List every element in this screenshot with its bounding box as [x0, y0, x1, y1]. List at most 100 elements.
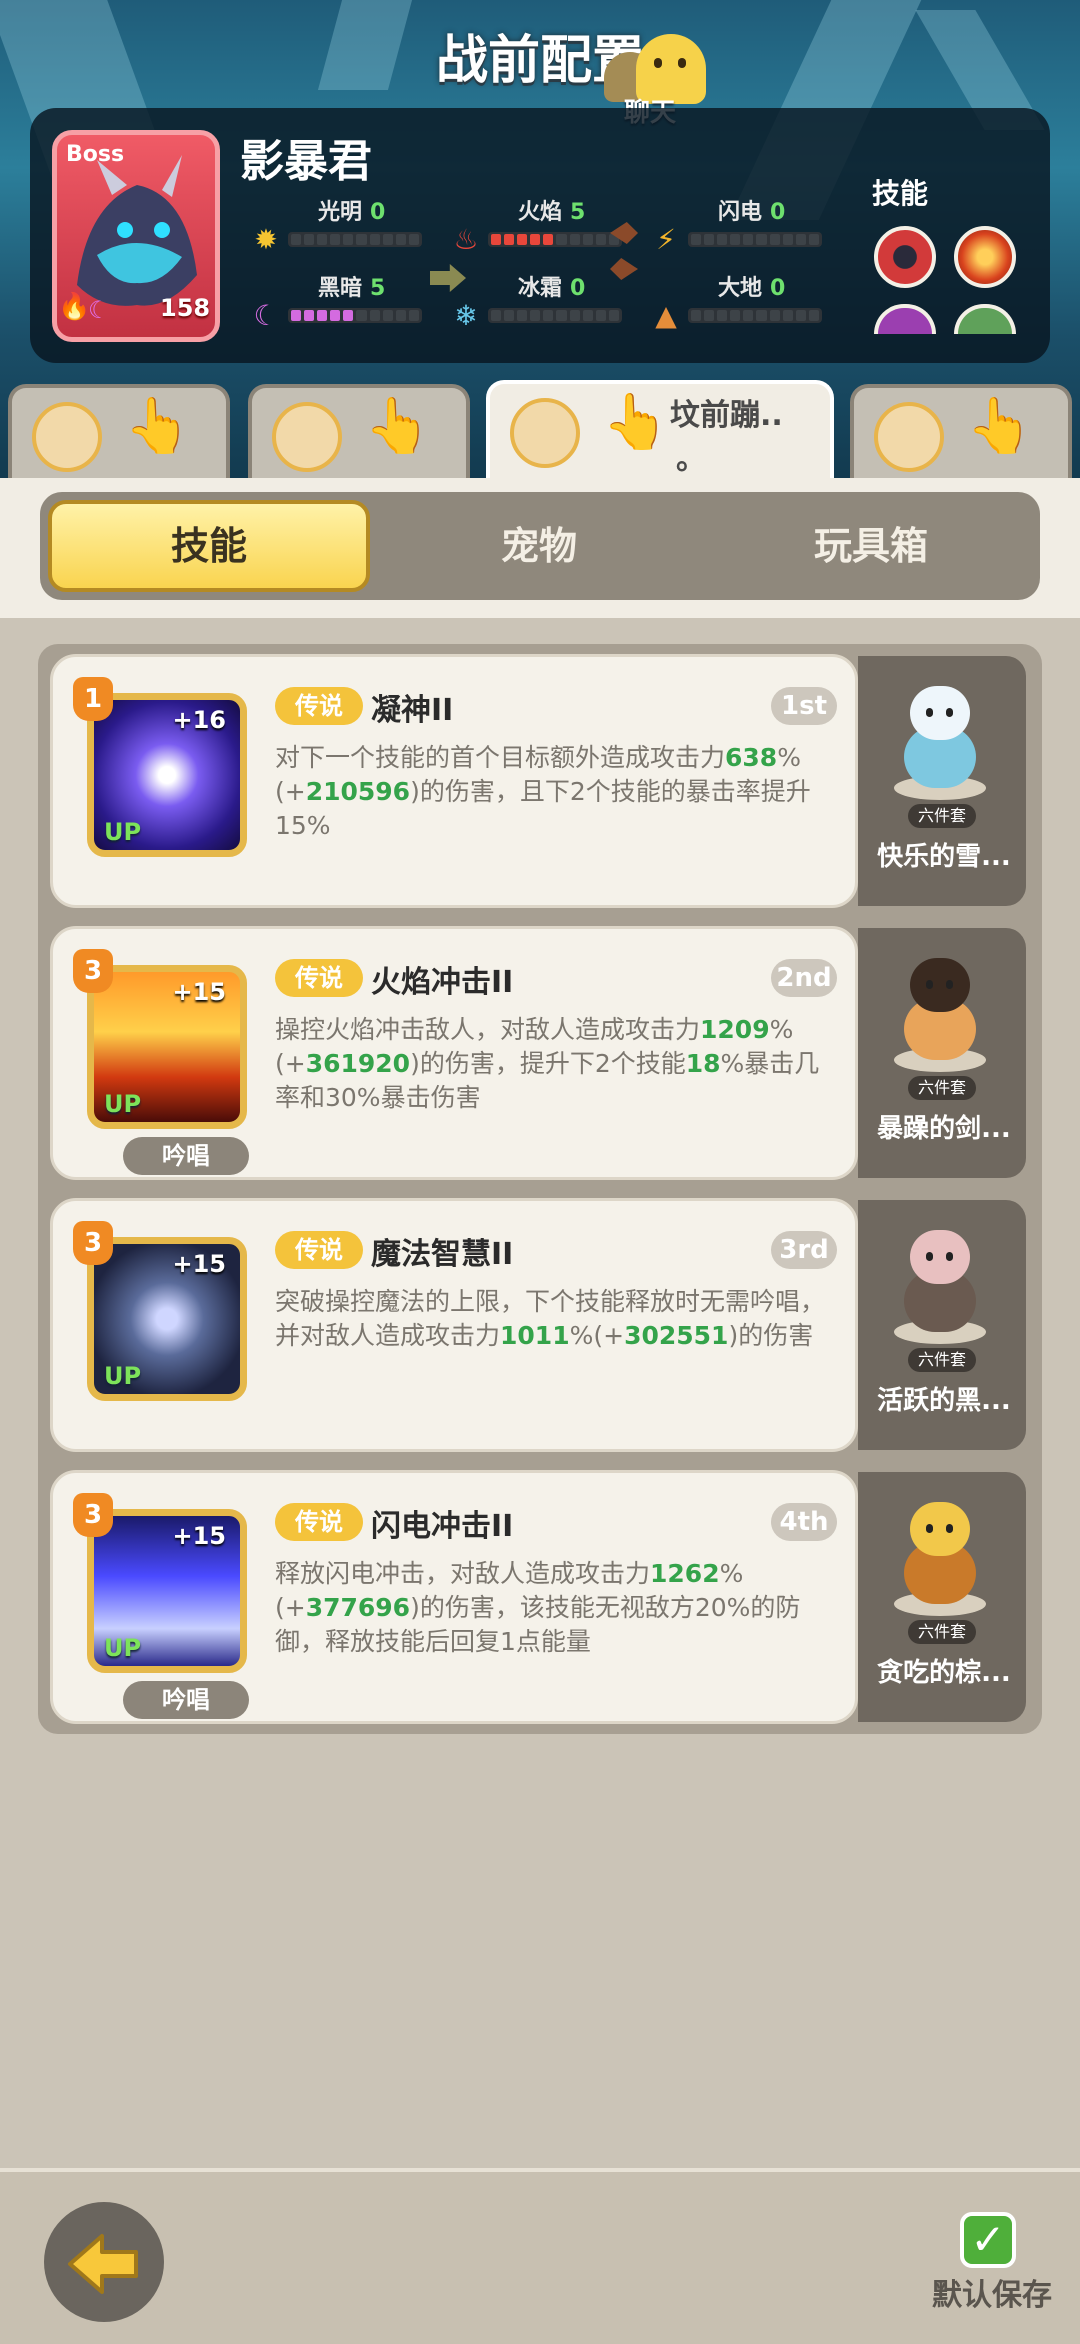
element-name: 火焰	[518, 200, 563, 225]
pet-name: 快乐的雪...	[877, 842, 1011, 872]
tab-pets[interactable]: 宠物	[384, 500, 694, 592]
element-bar-segment	[304, 234, 315, 245]
element-bar-segment	[556, 234, 567, 245]
skill-name: 凝神II	[371, 693, 454, 728]
boss-skill-icon[interactable]	[874, 226, 936, 288]
hand-icon: 👆	[966, 394, 1034, 457]
element-bar-segment	[504, 234, 515, 245]
team-tab-2[interactable]: 👆	[248, 384, 470, 484]
skill-card[interactable]: +16 UP 1 传说 凝神II 1st 对下一个技能的首个目标额外造成攻击力638%(+2…	[50, 654, 858, 908]
tab-toybox[interactable]: 玩具箱	[716, 500, 1026, 592]
element-bar-segment	[408, 234, 419, 245]
element-bar-segment	[608, 310, 619, 321]
element-bar-segment	[595, 234, 606, 245]
pet-name: 活跃的黑...	[877, 1386, 1011, 1416]
element-bar-segment	[330, 234, 341, 245]
skill-icon[interactable]: +15 UP	[87, 965, 247, 1129]
skill-plus-level: +15	[172, 1522, 226, 1550]
pet-slot[interactable]: 六件套 暴躁的剑...	[858, 928, 1026, 1178]
element-bar-segment	[730, 310, 741, 321]
element-bar	[288, 232, 422, 247]
pet-slot[interactable]: 六件套 贪吃的棕...	[858, 1472, 1026, 1722]
skill-description-value: 638	[725, 743, 778, 772]
element-bar-segment	[304, 310, 315, 321]
element-bar-segment	[369, 310, 380, 321]
element-label: 火焰 5	[518, 194, 585, 226]
skill-description-text: )的伤害	[728, 1321, 814, 1350]
element-bar-segment	[543, 310, 554, 321]
team-tab-1[interactable]: 👆	[8, 384, 230, 484]
upgrade-indicator: UP	[104, 1362, 142, 1390]
element-bar-segment	[330, 310, 341, 321]
skill-name: 闪电冲击II	[371, 1509, 514, 1544]
element-bar-segment	[356, 310, 367, 321]
element-bar-segment	[517, 234, 528, 245]
pet-slot[interactable]: 六件套活跃的黑...	[858, 1200, 1026, 1450]
skill-order-badge: 3rd	[771, 1231, 837, 1269]
skill-description-value: 361920	[305, 1049, 411, 1078]
element-bar-segment	[491, 234, 502, 245]
element-bar-segment	[691, 310, 702, 321]
default-save-checkbox[interactable]: ✓	[960, 2212, 1016, 2268]
boss-skill-icon[interactable]	[954, 226, 1016, 288]
skill-description-text: )的伤害，提升下2个技能	[410, 1049, 686, 1078]
element-bar-segment	[491, 310, 502, 321]
avatar	[510, 398, 580, 468]
element-name: 黑暗	[318, 276, 363, 301]
pet-slot[interactable]: 六件套 快乐的雪...	[858, 656, 1026, 906]
skill-icon[interactable]: +15 UP	[87, 1237, 247, 1401]
element-bar-segment	[569, 310, 580, 321]
default-save-label: 默认保存	[932, 2278, 1052, 2313]
skill-description-text: 操控火焰冲击敌人，对敌人造成攻击力	[275, 1015, 701, 1044]
avatar	[32, 402, 102, 472]
skill-card[interactable]: +15 UP 3 吟唱 传说 火焰冲击II 2nd 操控火焰冲击敌人，对敌人造成攻击力1209…	[50, 926, 858, 1180]
chant-badge: 吟唱	[123, 1137, 249, 1175]
avatar	[272, 402, 342, 472]
element-bar-segment	[704, 234, 715, 245]
avatar	[874, 402, 944, 472]
element-value: 5	[370, 276, 386, 301]
pet-icon	[880, 676, 1000, 806]
element-bar-segment	[356, 234, 367, 245]
element-bar	[688, 232, 822, 247]
element-label: 冰霜 0	[518, 270, 585, 302]
skill-icon[interactable]: +16 UP	[87, 693, 247, 857]
moon-icon: ☾	[253, 299, 279, 332]
skill-card[interactable]: +15 UP 3 传说 魔法智慧II 3rd 突破操控魔法的上限，下个技能释放时无需吟唱，并…	[50, 1198, 858, 1452]
flame-icon: ♨	[453, 223, 479, 256]
element-value: 0	[370, 200, 386, 225]
pet-icon	[880, 1492, 1000, 1622]
skill-level-badge: 3	[73, 1493, 113, 1537]
element-bar-segment	[317, 234, 328, 245]
element-bar-segment	[782, 234, 793, 245]
element-bar-segment	[291, 310, 302, 321]
element-value: 5	[570, 200, 586, 225]
skill-card[interactable]: +15 UP 3 吟唱 传说 闪电冲击II 4th 释放闪电冲击，对敌人造成攻击力1262%(…	[50, 1470, 858, 1724]
element-bar	[688, 308, 822, 323]
element-bar-segment	[408, 310, 419, 321]
element-bar-segment	[291, 234, 302, 245]
pet-name: 暴躁的剑...	[877, 1114, 1011, 1144]
element-bar	[488, 232, 622, 247]
earth-icon: ▲	[655, 299, 677, 332]
element-bar-segment	[369, 234, 380, 245]
set-tag: 六件套	[908, 1348, 976, 1372]
element-bar-segment	[691, 234, 702, 245]
page-title: 战前配置	[435, 31, 644, 91]
skill-order-badge: 2nd	[771, 959, 837, 997]
team-tab-4[interactable]: 👆	[850, 384, 1072, 484]
upgrade-indicator: UP	[104, 1634, 142, 1662]
team-tab-3[interactable]: 👆 坟前蹦.. 。	[486, 380, 834, 484]
skill-description: 操控火焰冲击敌人，对敌人造成攻击力1209%(+361920)的伤害，提升下2个…	[275, 1013, 835, 1115]
element-bar	[488, 308, 622, 323]
element-bar-segment	[582, 234, 593, 245]
element-value: 0	[770, 276, 786, 301]
skill-icon[interactable]: +15 UP	[87, 1509, 247, 1673]
tab-skills[interactable]: 技能	[48, 500, 370, 592]
upgrade-indicator: UP	[104, 818, 142, 846]
element-name: 冰霜	[518, 276, 563, 301]
element-bar-segment	[382, 234, 393, 245]
element-bar-segment	[782, 310, 793, 321]
set-tag: 六件套	[908, 1620, 976, 1644]
element-bar-segment	[808, 310, 819, 321]
